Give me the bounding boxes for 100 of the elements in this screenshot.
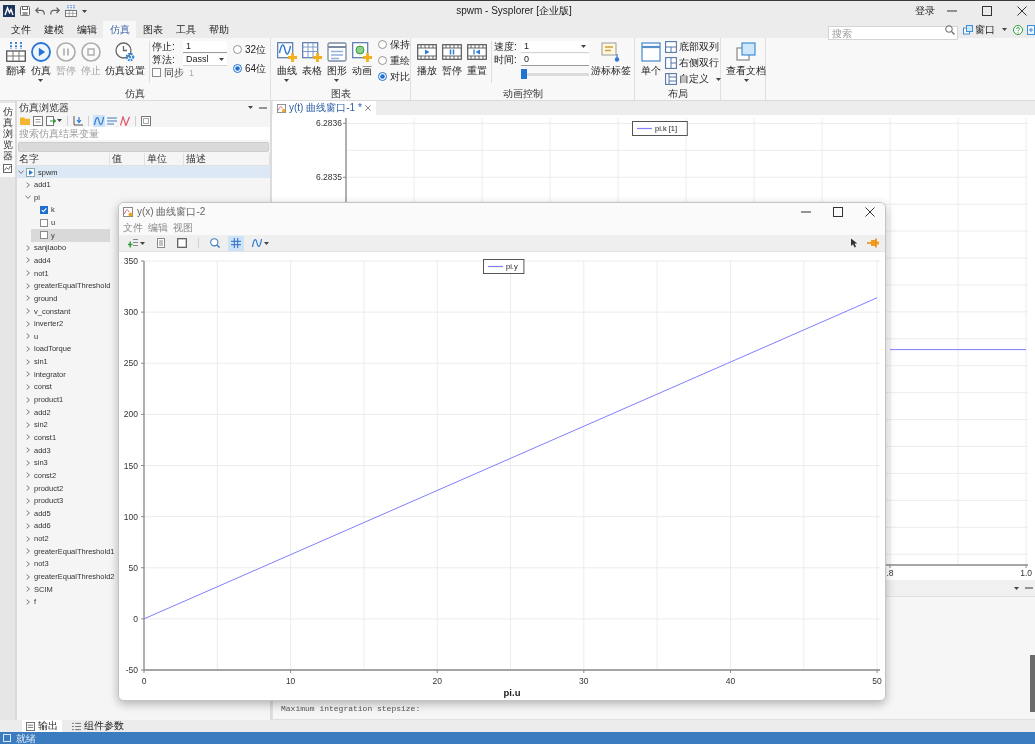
table-plus-icon <box>301 42 322 62</box>
menu-item[interactable]: 文件 <box>122 221 144 235</box>
undo-icon[interactable] <box>35 7 45 15</box>
menu-tab[interactable]: 工具 <box>169 21 202 38</box>
panel-icon[interactable] <box>1027 24 1035 35</box>
checkbox[interactable] <box>40 231 48 240</box>
caret-icon[interactable] <box>82 9 87 13</box>
toolbar-button[interactable] <box>228 235 244 251</box>
toolbar-button[interactable] <box>45 114 63 127</box>
square-icon <box>3 734 11 742</box>
layout-button[interactable]: 自定义 <box>663 71 723 87</box>
text-field[interactable]: 1 <box>183 40 227 53</box>
radio-button[interactable] <box>378 40 387 49</box>
document-tab[interactable]: y(t) 曲线窗口-1 * <box>273 101 376 115</box>
minimize-icon[interactable] <box>259 106 267 109</box>
checkbox[interactable] <box>40 205 48 214</box>
panel-tab[interactable]: 组件参数 <box>68 720 128 732</box>
radio-button[interactable] <box>233 45 242 54</box>
scrollbar[interactable] <box>1030 655 1035 712</box>
maximize-icon[interactable] <box>833 207 843 217</box>
ribbon-button[interactable]: 翻译 <box>3 38 28 85</box>
toolbar-button[interactable] <box>32 114 44 127</box>
pin-icon[interactable] <box>867 238 879 248</box>
window-menu-button[interactable]: 窗口 <box>963 22 1007 37</box>
menu-tab[interactable]: 建模 <box>37 21 70 38</box>
column-header[interactable]: 单位 <box>145 153 184 165</box>
layout-button[interactable]: 底部双列 <box>663 39 723 55</box>
ribbon-button[interactable]: 单个 <box>638 38 663 85</box>
text-field[interactable]: 0 <box>521 53 589 66</box>
radio-button[interactable] <box>378 72 387 81</box>
login-button[interactable]: 登录 <box>915 5 935 17</box>
checkbox[interactable] <box>40 218 48 227</box>
menu-tab[interactable]: 图表 <box>136 21 169 38</box>
menu-item[interactable]: 编辑 <box>147 221 169 235</box>
column-header[interactable]: 值 <box>110 153 145 165</box>
dropdown-field[interactable]: Dassl <box>183 53 227 66</box>
maximize-icon[interactable] <box>982 6 992 16</box>
caret-icon <box>284 79 289 82</box>
radio-label: 保持 <box>390 39 410 50</box>
toolbar-button[interactable] <box>72 114 84 127</box>
toolbar-button[interactable] <box>207 235 223 251</box>
chart-window-icon <box>123 207 133 217</box>
ribbon-button[interactable]: 动画 <box>349 38 374 85</box>
ribbon-button[interactable]: 重置 <box>464 38 489 85</box>
dropdown-field[interactable]: 1 <box>521 40 589 53</box>
caret-icon[interactable] <box>248 106 253 109</box>
column-header[interactable]: 名字 <box>17 153 110 165</box>
stacked-windows-icon <box>736 42 756 62</box>
x-tick-label: 10 <box>285 676 296 686</box>
ribbon-button[interactable]: 曲线 <box>274 38 299 85</box>
grid-box-icon[interactable] <box>65 5 77 17</box>
chart-window-icon <box>277 103 286 113</box>
ribbon-button[interactable]: 仿真设置 <box>103 38 147 85</box>
checkbox[interactable] <box>152 68 161 77</box>
close-icon[interactable] <box>865 207 875 217</box>
field-label: 速度: <box>494 41 517 52</box>
search-field[interactable]: 搜索 <box>828 26 958 40</box>
ribbon-button[interactable]: 查看文档 <box>724 38 768 85</box>
toolbar-button[interactable] <box>174 235 190 251</box>
menu-item[interactable]: 视图 <box>172 221 194 235</box>
slider-thumb[interactable] <box>521 69 527 79</box>
zoom-icon <box>210 238 220 248</box>
label-marker-icon <box>601 42 621 62</box>
logo-icon <box>3 5 15 17</box>
ribbon-button[interactable]: 仿真 <box>28 38 53 85</box>
redo-icon[interactable] <box>50 7 60 15</box>
caret-icon[interactable] <box>1014 586 1019 590</box>
close-icon[interactable] <box>1017 6 1027 16</box>
ribbon-button[interactable]: 图形 <box>324 38 349 85</box>
film-pause-icon <box>441 42 462 62</box>
radio-button[interactable] <box>233 64 242 73</box>
status-text: 就绪 <box>16 732 36 744</box>
side-tab[interactable]: 仿真浏览器 <box>0 103 15 177</box>
column-header[interactable]: 描述 <box>184 153 270 165</box>
caret-icon <box>1002 28 1007 31</box>
y-tick-label: 0 <box>133 613 138 624</box>
x-tick-label: .8 <box>886 568 894 578</box>
toolbar-button[interactable] <box>119 114 131 127</box>
cursor-icon[interactable] <box>849 238 859 248</box>
search-icon[interactable] <box>945 24 955 35</box>
play-icon <box>30 42 51 62</box>
panel-tab[interactable]: 输出 <box>22 720 62 732</box>
caret-icon <box>716 77 721 81</box>
slider-track[interactable] <box>521 69 589 79</box>
ribbon-button[interactable]: 游标标签 <box>589 38 633 85</box>
menu-tab[interactable]: 帮助 <box>202 21 235 38</box>
toolbar-button[interactable] <box>140 114 152 127</box>
radio-button[interactable] <box>378 56 387 65</box>
toolbar-button[interactable] <box>93 114 105 127</box>
search-field[interactable]: 搜索仿真结果变量 <box>17 127 270 140</box>
layout-button[interactable]: 右侧双行 <box>663 55 723 71</box>
help-icon[interactable] <box>1013 24 1023 35</box>
folder-icon <box>20 115 30 126</box>
grid-icon <box>231 238 241 248</box>
save-icon[interactable] <box>20 6 30 16</box>
menu-tab[interactable]: 仿真 <box>103 21 136 38</box>
ribbon-button[interactable]: 表格 <box>299 38 324 85</box>
ribbon-button[interactable]: 暂停 <box>439 38 464 85</box>
menu-tab[interactable]: 文件 <box>4 21 37 38</box>
menu-tab[interactable]: 编辑 <box>70 21 103 38</box>
